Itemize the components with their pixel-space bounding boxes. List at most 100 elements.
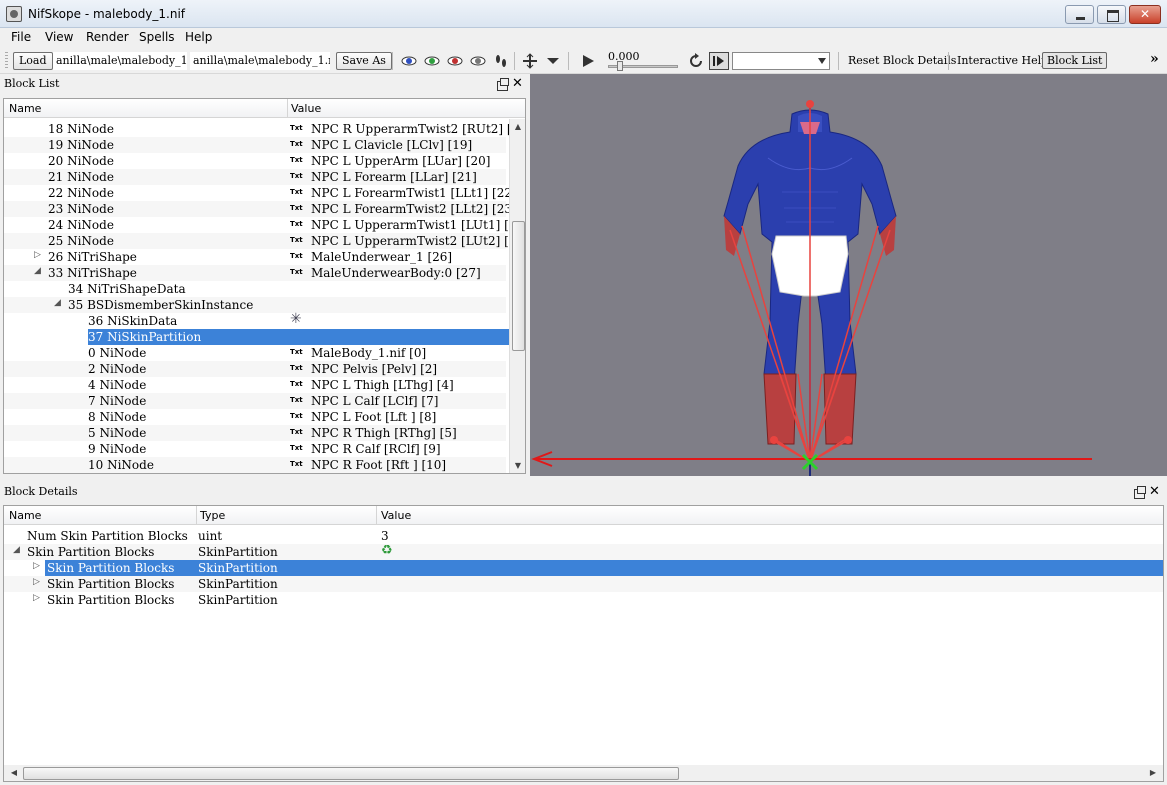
detail-row[interactable]: ◢ Skin Partition Blocks SkinPartition ♻ [4,543,1163,560]
block-list-row[interactable]: 22 NiNode Txt NPC L ForearmTwist1 [LLt1] [… [4,185,517,201]
block-list-row[interactable]: 4 NiNode Txt NPC L Thigh [LThg] [4] [4,377,506,393]
block-list-row[interactable]: ◢ 33 NiTriShape Txt MaleUnderwearBody:0 [27… [4,265,506,281]
axes-icon[interactable] [522,53,538,69]
footprints-icon[interactable] [493,53,509,69]
column-divider[interactable] [287,99,288,118]
expand-arrow-icon[interactable]: ▷ [33,577,40,587]
scrollbar-thumb[interactable] [23,767,679,780]
menu-file[interactable]: File [11,30,31,44]
toolbar-overflow-button[interactable]: » [1150,51,1159,67]
expand-arrow-icon[interactable]: ▷ [34,250,41,260]
grey-eye-icon[interactable] [470,53,486,69]
column-header-value[interactable]: Value [381,509,411,522]
interactive-help-button[interactable]: Interactive Help [957,54,1048,67]
collapse-arrow-icon[interactable]: ◢ [13,545,20,555]
load-button[interactable]: Load [13,52,53,70]
red-eye-icon[interactable] [447,53,463,69]
menu-view[interactable]: View [45,30,73,44]
scroll-down-icon[interactable]: ▼ [510,458,525,473]
block-name: 25 NiNode [48,234,114,248]
switch-animation-icon[interactable] [709,52,729,70]
block-list-tree[interactable]: Name Value 18 NiNode Txt NPC R UpperarmTwi… [3,98,526,474]
dropdown-arrow-icon[interactable] [545,53,561,69]
menu-render[interactable]: Render [86,30,129,44]
minimize-button[interactable] [1065,5,1094,24]
animation-select[interactable] [732,52,830,70]
block-list-row[interactable]: 37 NiSkinPartition [4,329,506,345]
loop-icon[interactable] [688,53,704,69]
close-panel-icon[interactable]: ✕ [1149,484,1160,499]
column-header-value[interactable]: Value [291,102,321,115]
block-list-toggle[interactable]: Block List [1042,52,1108,69]
detail-row[interactable]: Num Skin Partition Blocks uint 3 [4,528,1163,544]
text-type-icon: Txt [290,364,303,372]
block-list-row[interactable]: 21 NiNode Txt NPC L Forearm [LLar] [21] [4,169,506,185]
reset-block-details-button[interactable]: Reset Block Details [848,54,956,67]
green-eye-icon[interactable] [424,53,440,69]
block-list-row[interactable]: 9 NiNode Txt NPC R Calf [RClf] [9] [4,441,506,457]
detail-type: SkinPartition [198,577,278,591]
detail-name: Skin Partition Blocks [47,561,175,575]
block-list-row[interactable]: 36 NiSkinData ✳ [4,311,506,329]
collapse-arrow-icon[interactable]: ◢ [54,298,61,308]
block-list-row[interactable]: 5 NiNode Txt NPC R Thigh [RThg] [5] [4,425,506,441]
block-details-hscrollbar[interactable]: ◀ ▶ [4,765,1163,781]
scroll-right-icon[interactable]: ▶ [1145,765,1161,781]
block-list-row[interactable]: 7 NiNode Txt NPC L Calf [LClf] [7] [4,393,506,409]
save-as-button[interactable]: Save As [336,52,392,70]
column-divider[interactable] [376,506,377,525]
array-update-icon[interactable]: ♻ [381,543,393,558]
play-icon[interactable] [580,53,596,69]
float-panel-icon[interactable] [497,78,509,91]
expand-arrow-icon[interactable]: ▷ [33,593,40,603]
block-details-tree[interactable]: Name Type Value Num Skin Partition Block… [3,505,1164,782]
block-value: MaleBody_1.nif [0] [311,346,427,360]
maximize-button[interactable] [1097,5,1126,24]
block-list-row[interactable]: 34 NiTriShapeData [4,281,506,297]
close-window-button[interactable] [1129,5,1161,24]
block-value: NPC L UpperArm [LUar] [20] [311,154,491,168]
expand-arrow-icon[interactable]: ▷ [33,561,40,571]
detail-name: Skin Partition Blocks [47,577,175,591]
detail-value[interactable]: 3 [381,529,389,543]
block-list-row[interactable]: ▷ 26 NiTriShape Txt MaleUnderwear_1 [26] [4,249,506,265]
detail-row[interactable]: ▷ Skin Partition Blocks SkinPartition [33,560,1163,576]
block-list-row[interactable]: 23 NiNode Txt NPC L ForearmTwist2 [LLt2] [… [4,201,517,217]
block-list-row[interactable]: 2 NiNode Txt NPC Pelvis [Pelv] [2] [4,361,506,377]
toolbar-grip[interactable] [5,52,8,70]
block-name: 10 NiNode [88,458,154,472]
collapse-arrow-icon[interactable]: ◢ [34,266,41,276]
detail-name: Skin Partition Blocks [47,593,175,607]
block-list-row[interactable]: 0 NiNode Txt MaleBody_1.nif [0] [4,345,506,361]
app-icon [6,6,22,22]
block-list-row[interactable]: 10 NiNode Txt NPC R Foot [Rft ] [10] [4,457,506,473]
time-slider-handle[interactable] [617,61,623,71]
block-list-row[interactable]: 24 NiNode Txt NPC L UpperarmTwist1 [LUt1] … [4,217,520,233]
menu-help[interactable]: Help [185,30,212,44]
render-viewport[interactable] [530,74,1167,476]
column-divider[interactable] [196,506,197,525]
scroll-up-icon[interactable]: ▲ [510,119,525,135]
close-panel-icon[interactable]: ✕ [512,76,523,91]
scroll-left-icon[interactable]: ◀ [6,765,22,781]
load-path-field[interactable]: anilla\male\malebody_1.nif [53,52,187,70]
blue-eye-icon[interactable] [401,53,417,69]
block-list-row[interactable]: ◢ 35 BSDismemberSkinInstance [4,297,506,313]
column-header-name[interactable]: Name [9,509,41,522]
block-name: 35 BSDismemberSkinInstance [68,298,254,312]
block-list-row[interactable]: 8 NiNode Txt NPC L Foot [Lft ] [8] [4,409,506,425]
block-list-row[interactable]: 25 NiNode Txt NPC L UpperarmTwist2 [LUt2] … [4,233,520,249]
save-path-field[interactable]: anilla\male\malebody_1.nif [190,52,330,70]
column-header-name[interactable]: Name [9,102,41,115]
column-header-type[interactable]: Type [200,509,225,522]
block-list-scrollbar[interactable]: ▲ ▼ [509,119,525,473]
float-panel-icon[interactable] [1134,486,1146,499]
block-list-row[interactable]: 19 NiNode Txt NPC L Clavicle [LClv] [19] [4,137,506,153]
panel-splitter[interactable] [0,476,1167,483]
block-list-row[interactable]: 18 NiNode Txt NPC R UpperarmTwist2 [RUt2] … [4,121,523,137]
detail-row[interactable]: ▷ Skin Partition Blocks SkinPartition [4,576,1163,592]
detail-row[interactable]: ▷ Skin Partition Blocks SkinPartition [4,592,1163,608]
menu-spells[interactable]: Spells [139,30,175,44]
block-list-row[interactable]: 20 NiNode Txt NPC L UpperArm [LUar] [20] [4,153,506,169]
scrollbar-thumb[interactable] [512,221,525,351]
